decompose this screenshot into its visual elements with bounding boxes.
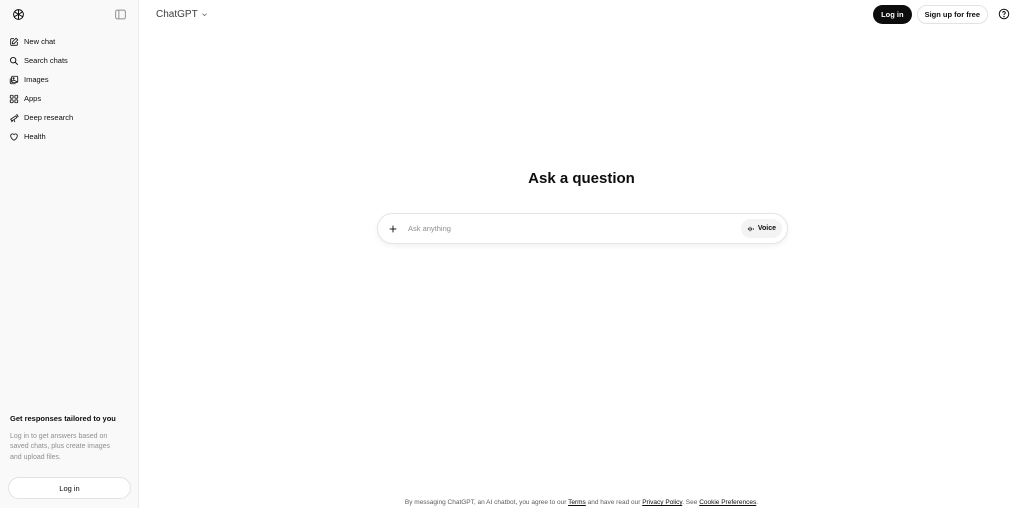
- sidebar-item-label: Deep research: [24, 113, 74, 122]
- plus-icon: [389, 225, 397, 232]
- model-selector[interactable]: ChatGPT: [156, 9, 208, 20]
- footer-see: . See: [682, 499, 698, 506]
- model-label: ChatGPT: [156, 8, 198, 20]
- add-attachment-button[interactable]: [387, 223, 399, 235]
- sidebar-item-label: Search chats: [24, 56, 68, 65]
- top-bar: ChatGPT Log in Sign up for free: [139, 0, 1024, 28]
- promo-text: Log in to get answers based on saved cha…: [10, 432, 110, 461]
- images-icon: [9, 75, 19, 84]
- sidebar: New chat Search chats Images Apps Deep r…: [0, 0, 139, 508]
- sidebar-item-deep-research[interactable]: Deep research: [4, 108, 134, 127]
- sidebar-login-promo: Get responses tailored to you Log in to …: [0, 414, 138, 508]
- app-window: New chat Search chats Images Apps Deep r…: [0, 0, 1024, 508]
- voice-wave-icon: [747, 226, 754, 231]
- sidebar-login-button[interactable]: Log in: [8, 477, 131, 499]
- privacy-policy-link[interactable]: Privacy Policy: [642, 499, 682, 506]
- help-icon[interactable]: [996, 6, 1012, 22]
- compose-icon: [10, 37, 19, 46]
- sidebar-item-search-chats[interactable]: Search chats: [4, 51, 134, 70]
- page-title: Ask a question: [528, 170, 635, 187]
- terms-link[interactable]: Terms: [568, 499, 586, 506]
- sidebar-item-label: Images: [24, 75, 49, 84]
- telescope-icon: [10, 113, 19, 122]
- toggle-sidebar-icon[interactable]: [110, 4, 130, 24]
- apps-grid-icon: [9, 94, 19, 103]
- main-area: ChatGPT Log in Sign up for free Ask a qu…: [139, 0, 1024, 508]
- sidebar-item-label: New chat: [24, 37, 56, 46]
- legal-footer: By messaging ChatGPT, an AI chatbot, you…: [139, 499, 1024, 506]
- sidebar-item-apps[interactable]: Apps: [4, 89, 134, 108]
- sidebar-item-label: Apps: [24, 94, 42, 103]
- heart-icon: [10, 132, 18, 141]
- chat-composer: Voice: [377, 213, 788, 244]
- sidebar-header: [0, 0, 138, 28]
- chevron-down-icon: [201, 12, 207, 16]
- ask-input[interactable]: [408, 224, 741, 233]
- cookie-preferences-link[interactable]: Cookie Preferences: [699, 499, 756, 506]
- sidebar-nav: New chat Search chats Images Apps Deep r…: [0, 32, 138, 146]
- sidebar-item-new-chat[interactable]: New chat: [4, 32, 134, 51]
- sidebar-item-images[interactable]: Images: [4, 70, 134, 89]
- footer-prefix: By messaging ChatGPT, an AI chatbot, you…: [404, 499, 567, 506]
- footer-end: .: [756, 499, 759, 506]
- search-icon: [10, 56, 19, 65]
- sidebar-item-label: Health: [24, 132, 46, 141]
- signup-button[interactable]: Sign up for free: [916, 4, 988, 24]
- openai-logo-icon[interactable]: [8, 4, 28, 24]
- voice-button[interactable]: Voice: [740, 219, 782, 238]
- footer-middle: and have read our: [587, 499, 641, 506]
- promo-title: Get responses tailored to you: [10, 413, 116, 423]
- login-button[interactable]: Log in: [873, 4, 912, 24]
- sidebar-item-health[interactable]: Health: [4, 127, 134, 146]
- voice-label: Voice: [757, 225, 776, 232]
- header-actions: Log in Sign up for free: [873, 4, 1012, 24]
